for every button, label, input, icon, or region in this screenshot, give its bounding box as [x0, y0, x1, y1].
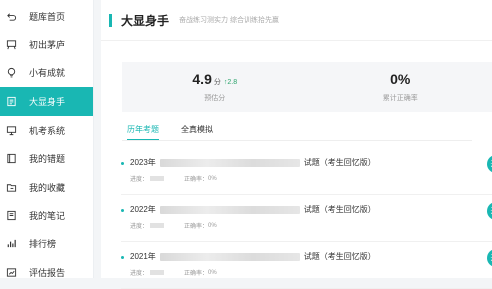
- sidebar-item-beginner[interactable]: 初出茅庐: [0, 30, 93, 58]
- bullet-dot: [121, 209, 124, 212]
- sidebar-item-achievement[interactable]: 小有成就: [0, 59, 93, 87]
- sidebar-item-home[interactable]: 题库首页: [0, 2, 93, 30]
- report-icon: [6, 267, 17, 278]
- sidebar-item-label: 我的错题: [29, 152, 65, 165]
- sidebar-item-label: 我的收藏: [29, 181, 65, 194]
- score-value: 4.9: [192, 71, 211, 87]
- tab-past-exams[interactable]: 历年考题: [127, 124, 159, 140]
- bullet-dot: [121, 162, 124, 165]
- accuracy-label: 正确率：: [184, 221, 208, 230]
- sidebar-item-label: 机考系统: [29, 124, 65, 137]
- lightbulb-icon: [6, 67, 17, 78]
- tab-bar: 历年考题 全真模拟: [127, 124, 235, 140]
- accuracy-label: 正确率：: [184, 174, 208, 183]
- blurred-exam-name: [160, 206, 300, 214]
- score-label: 预估分: [122, 93, 308, 103]
- monitor-icon: [6, 125, 17, 136]
- sidebar-item-exam-system[interactable]: 机考系统: [0, 116, 93, 144]
- back-arrow-icon: [6, 11, 17, 22]
- accuracy-stat: 0% 累计正确率: [308, 62, 492, 112]
- exam-year: 2023年: [130, 157, 156, 168]
- sidebar-item-label: 我的笔记: [29, 209, 65, 222]
- main-panel: 大显身手 奋战练习测实力 综合训练拾先赢 4.9分↑2.8 预估分 0% 累计正…: [101, 0, 492, 278]
- sidebar-item-label: 大显身手: [29, 95, 65, 108]
- accuracy-value: 0%: [208, 270, 217, 276]
- page-title: 大显身手: [121, 12, 169, 29]
- folder-icon: [6, 182, 17, 193]
- start-button[interactable]: 开: [487, 155, 492, 173]
- score-delta: ↑2.8: [224, 79, 237, 86]
- sidebar-item-leaderboard[interactable]: 排行榜: [0, 230, 93, 258]
- page-subtitle: 奋战练习测实力 综合训练拾先赢: [179, 15, 279, 25]
- sidebar-item-label: 排行榜: [29, 237, 56, 250]
- accuracy-value: 0%: [208, 223, 217, 229]
- page-header: 大显身手 奋战练习测实力 综合训练拾先赢: [101, 0, 492, 41]
- sidebar-item-label: 题库首页: [29, 10, 65, 23]
- bullet-dot: [121, 256, 124, 259]
- sidebar-item-wrong-questions[interactable]: 我的错题: [0, 145, 93, 173]
- list-item[interactable]: 2022年 试题（考生回忆版） 进度： 正确率：0% 开: [121, 201, 492, 242]
- list-item[interactable]: 2023年 试题（考生回忆版） 进度： 正确率：0% 开: [121, 154, 492, 195]
- sidebar-item-label: 小有成就: [29, 66, 65, 79]
- accuracy-value: 0%: [390, 71, 410, 87]
- blurred-exam-name: [160, 159, 300, 167]
- sidebar-item-showcase[interactable]: 大显身手: [0, 87, 93, 116]
- blurred-progress: [150, 270, 164, 275]
- title-accent-bar: [109, 14, 112, 27]
- tab-mock-exams[interactable]: 全真模拟: [181, 124, 213, 140]
- exam-year: 2021年: [130, 251, 156, 262]
- start-button[interactable]: 开: [487, 202, 492, 220]
- tab-divider: [122, 140, 472, 141]
- sidebar-item-favorites[interactable]: 我的收藏: [0, 173, 93, 201]
- exam-title-suffix: 试题（考生回忆版）: [304, 251, 376, 262]
- blurred-progress: [150, 176, 164, 181]
- sidebar-item-report[interactable]: 评估报告: [0, 258, 93, 286]
- accuracy-label: 正确率：: [184, 268, 208, 277]
- start-button[interactable]: 开: [487, 249, 492, 267]
- accuracy-label: 累计正确率: [308, 93, 492, 103]
- error-book-icon: [6, 153, 17, 164]
- exam-title-suffix: 试题（考生回忆版）: [304, 157, 376, 168]
- progress-label: 进度：: [130, 268, 148, 277]
- easel-icon: [6, 39, 17, 50]
- blurred-exam-name: [160, 253, 300, 261]
- sidebar-item-label: 评估报告: [29, 266, 65, 279]
- note-icon: [6, 210, 17, 221]
- exam-title-suffix: 试题（考生回忆版）: [304, 204, 376, 215]
- document-icon: [6, 96, 17, 107]
- accuracy-value: 0%: [208, 176, 217, 182]
- estimated-score-stat: 4.9分↑2.8 预估分: [122, 62, 308, 112]
- bar-chart-icon: [6, 238, 17, 249]
- stats-panel: 4.9分↑2.8 预估分 0% 累计正确率: [122, 62, 492, 112]
- blurred-progress: [150, 223, 164, 228]
- sidebar: 题库首页 初出茅庐 小有成就 大显身手 机考系统 我的错题 我的收藏 我的笔记 …: [0, 0, 94, 278]
- progress-label: 进度：: [130, 221, 148, 230]
- exam-year: 2022年: [130, 204, 156, 215]
- sidebar-item-notes[interactable]: 我的笔记: [0, 201, 93, 229]
- sidebar-item-label: 初出茅庐: [29, 38, 65, 51]
- progress-label: 进度：: [130, 174, 148, 183]
- list-item[interactable]: 2021年 试题（考生回忆版） 进度： 正确率：0% 开: [121, 248, 492, 289]
- score-unit: 分: [214, 79, 221, 86]
